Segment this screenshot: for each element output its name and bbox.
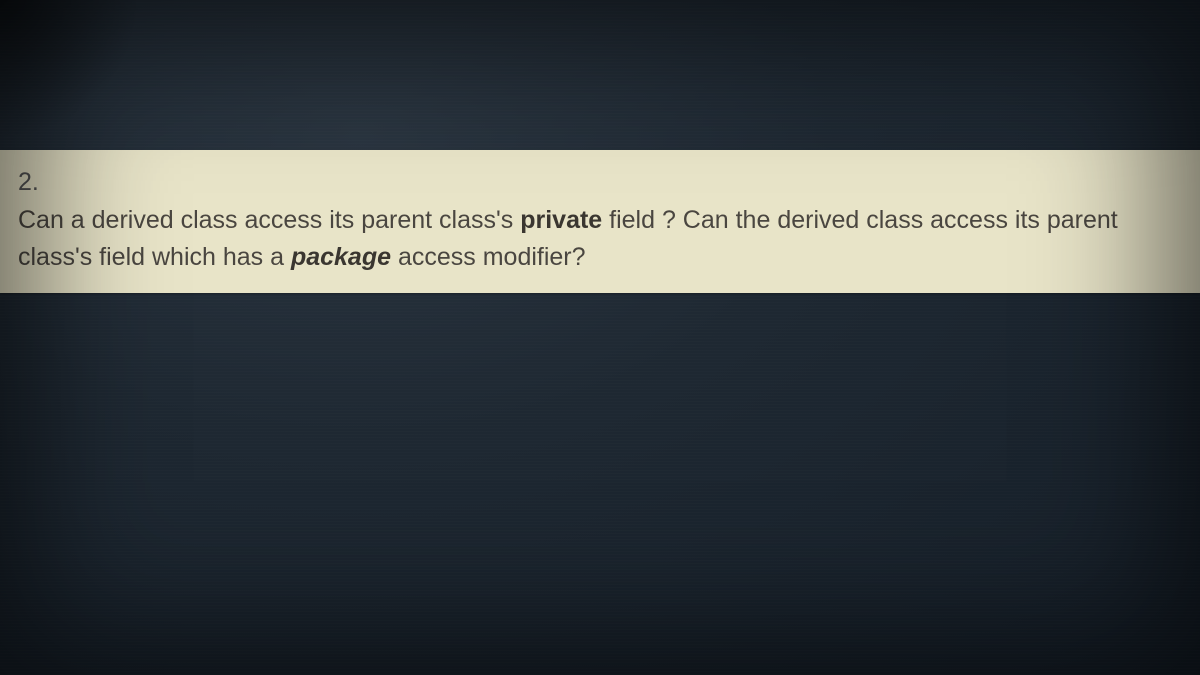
highlighted-question-block: 2. Can a derived class access its parent…: [0, 150, 1200, 293]
question-text: Can a derived class access its parent cl…: [18, 202, 1138, 277]
screen-texture: [0, 0, 1200, 675]
vignette-overlay: [0, 0, 1200, 675]
question-number: 2.: [18, 164, 56, 202]
question-segment-3: access modifier?: [391, 243, 586, 271]
question-segment-1: Can a derived class access its parent cl…: [18, 206, 520, 234]
keyword-private: private: [520, 206, 602, 234]
corner-shadow: [0, 0, 140, 140]
keyword-package: package: [291, 243, 391, 271]
